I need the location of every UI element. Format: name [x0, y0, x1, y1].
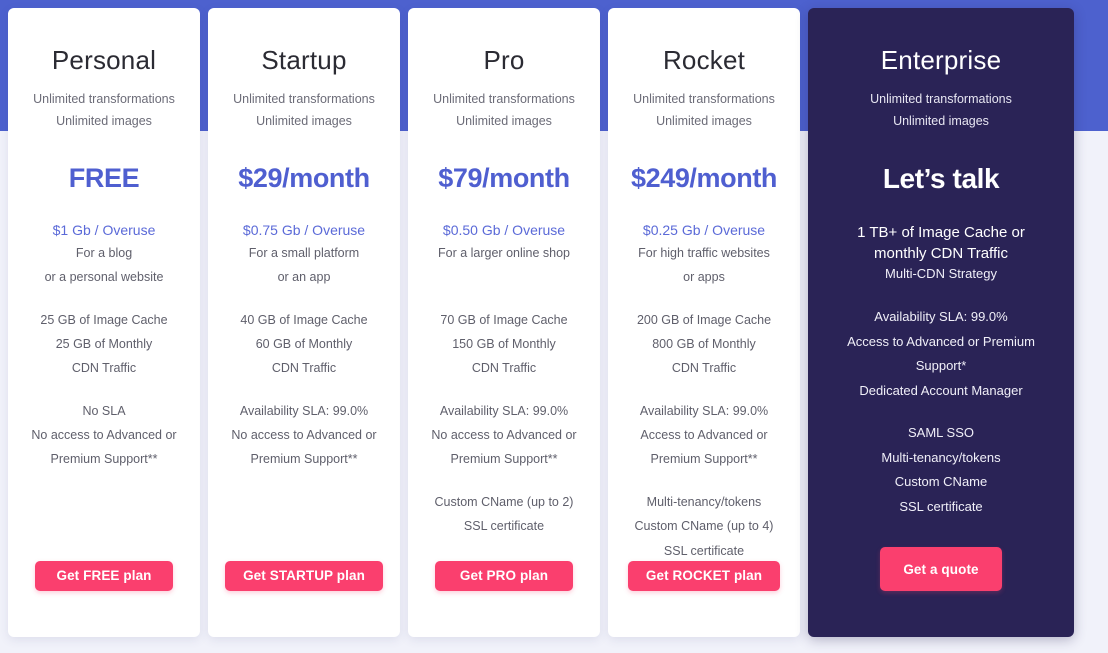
plan-extra-line-2: [102, 516, 105, 536]
plan-quota-line-2: 25 GB of Monthly: [55, 336, 153, 351]
plan-usecase-line-2: or apps: [683, 270, 725, 285]
plan-subtitle-images: Unlimited images: [256, 113, 352, 128]
plan-support-line-2: Access to Advanced or Premium: [847, 333, 1035, 349]
plan-lead-line-1: 1 TB+ of Image Cache or: [857, 223, 1025, 241]
plan-usecase-line-2: or an app: [277, 270, 331, 285]
plan-card-startup[interactable]: Startup Unlimited transformations Unlimi…: [208, 8, 400, 637]
plan-extra-line-4: SSL certificate: [899, 498, 983, 514]
plan-card-personal[interactable]: Personal Unlimited transformations Unlim…: [8, 8, 200, 637]
plan-subtitle-transformations: Unlimited transformations: [33, 91, 175, 106]
plan-support-line-1: Availability SLA: 99.0%: [439, 403, 569, 418]
plan-overuse-rate: $1 Gb / Overuse: [52, 221, 156, 238]
plan-subtitle-transformations: Unlimited transformations: [233, 91, 375, 106]
plan-support-line-3: Support*: [915, 358, 967, 374]
plan-extra-line-1: SAML SSO: [908, 425, 974, 441]
plan-support-line-3: Premium Support**: [50, 452, 158, 467]
plan-support-line-2: No access to Advanced or: [31, 428, 177, 443]
plan-quota-line-2: 800 GB of Monthly: [652, 336, 756, 351]
plan-support-line-1: Availability SLA: 99.0%: [239, 403, 369, 418]
plan-card-rocket[interactable]: Rocket Unlimited transformations Unlimit…: [608, 8, 800, 637]
plan-subtitle-transformations: Unlimited transformations: [633, 91, 775, 106]
plan-extra-line-3: SSL certificate: [663, 543, 745, 558]
plan-extra-line-3: [502, 541, 505, 561]
plan-support-line-1: Availability SLA: 99.0%: [874, 309, 1008, 325]
plan-usecase-line-1: For a small platform: [248, 245, 360, 260]
plan-subtitle-images: Unlimited images: [893, 113, 989, 128]
plan-lead-subtitle: Multi-CDN Strategy: [885, 266, 997, 282]
plan-cta-button[interactable]: Get FREE plan: [35, 560, 173, 591]
plan-card-pro[interactable]: Pro Unlimited transformations Unlimited …: [408, 8, 600, 637]
plan-extra-line-3: [302, 541, 305, 561]
plan-extra-line-3: Custom CName: [894, 474, 988, 490]
plan-extra-line-1: [102, 492, 105, 512]
plan-quota-line-2: 150 GB of Monthly: [452, 336, 556, 351]
plan-quota-line-2: 60 GB of Monthly: [255, 336, 353, 351]
plan-support-line-2: No access to Advanced or: [231, 428, 377, 443]
plan-name: Personal: [51, 45, 157, 75]
plan-name: Rocket: [662, 45, 746, 75]
plan-cta-button[interactable]: Get ROCKET plan: [627, 560, 781, 591]
plan-extra-line-1: [302, 492, 305, 512]
plan-quota-line-1: 25 GB of Image Cache: [40, 312, 168, 327]
plan-support-line-3: Premium Support**: [250, 452, 358, 467]
plan-support-line-3: Premium Support**: [450, 452, 558, 467]
plan-name: Pro: [483, 45, 525, 75]
plan-extra-line-1: Multi-tenancy/tokens: [646, 494, 762, 509]
plan-overuse-rate: $0.75 Gb / Overuse: [242, 221, 366, 238]
plan-extra-line-2: Custom CName (up to 4): [634, 519, 774, 534]
plan-subtitle-images: Unlimited images: [56, 113, 152, 128]
plan-quota-line-1: 70 GB of Image Cache: [440, 312, 568, 327]
plan-support-line-1: No SLA: [82, 403, 126, 418]
plan-extra-line-2: [302, 516, 305, 536]
plan-usecase-line-2: [502, 267, 505, 287]
plan-extra-line-2: SSL certificate: [463, 519, 545, 534]
plan-subtitle-images: Unlimited images: [656, 113, 752, 128]
plan-extra-line-1: Custom CName (up to 2): [434, 494, 574, 509]
plan-subtitle-images: Unlimited images: [456, 113, 552, 128]
plan-support-line-4: Dedicated Account Manager: [859, 382, 1023, 398]
plan-subtitle-transformations: Unlimited transformations: [433, 91, 575, 106]
plan-lead-line-2: monthly CDN Traffic: [874, 244, 1008, 262]
plan-usecase-line-2: or a personal website: [44, 270, 164, 285]
plan-extra-line-2: Multi-tenancy/tokens: [881, 449, 1001, 465]
plan-overuse-rate: $0.50 Gb / Overuse: [442, 221, 566, 238]
plan-quota-line-1: 40 GB of Image Cache: [240, 312, 368, 327]
plan-name: Startup: [261, 45, 347, 75]
plan-subtitle-transformations: Unlimited transformations: [870, 91, 1012, 106]
plan-usecase-line-1: For a larger online shop: [437, 245, 571, 260]
plan-cta-button[interactable]: Get PRO plan: [435, 560, 573, 591]
plan-price: $29/month: [238, 162, 370, 193]
plan-cta-button[interactable]: Get STARTUP plan: [225, 560, 383, 591]
plan-price: Let’s talk: [882, 162, 1000, 194]
plan-quota-line-1: 200 GB of Image Cache: [636, 312, 772, 327]
plan-quota-line-3: CDN Traffic: [271, 361, 337, 376]
plan-quota-line-3: CDN Traffic: [71, 361, 137, 376]
plan-price: $249/month: [630, 162, 778, 193]
plan-price: FREE: [68, 162, 140, 193]
plan-quota-line-3: CDN Traffic: [671, 361, 737, 376]
plan-support-line-2: No access to Advanced or: [431, 428, 577, 443]
plan-cta-button[interactable]: Get a quote: [880, 547, 1002, 591]
plan-support-line-1: Availability SLA: 99.0%: [639, 403, 769, 418]
plan-name: Enterprise: [880, 45, 1002, 75]
plan-usecase-line-1: For high traffic websites: [638, 245, 770, 260]
plan-quota-line-3: CDN Traffic: [471, 361, 537, 376]
pricing-plans-row: Personal Unlimited transformations Unlim…: [0, 0, 1108, 653]
plan-overuse-rate: $0.25 Gb / Overuse: [642, 221, 766, 238]
plan-extra-line-3: [102, 541, 105, 561]
plan-price: $79/month: [438, 162, 570, 193]
plan-usecase-line-1: For a blog: [75, 245, 133, 260]
plan-card-enterprise[interactable]: Enterprise Unlimited transformations Unl…: [808, 8, 1074, 637]
plan-support-line-2: Access to Advanced or: [640, 428, 768, 443]
plan-support-line-3: Premium Support**: [650, 452, 758, 467]
